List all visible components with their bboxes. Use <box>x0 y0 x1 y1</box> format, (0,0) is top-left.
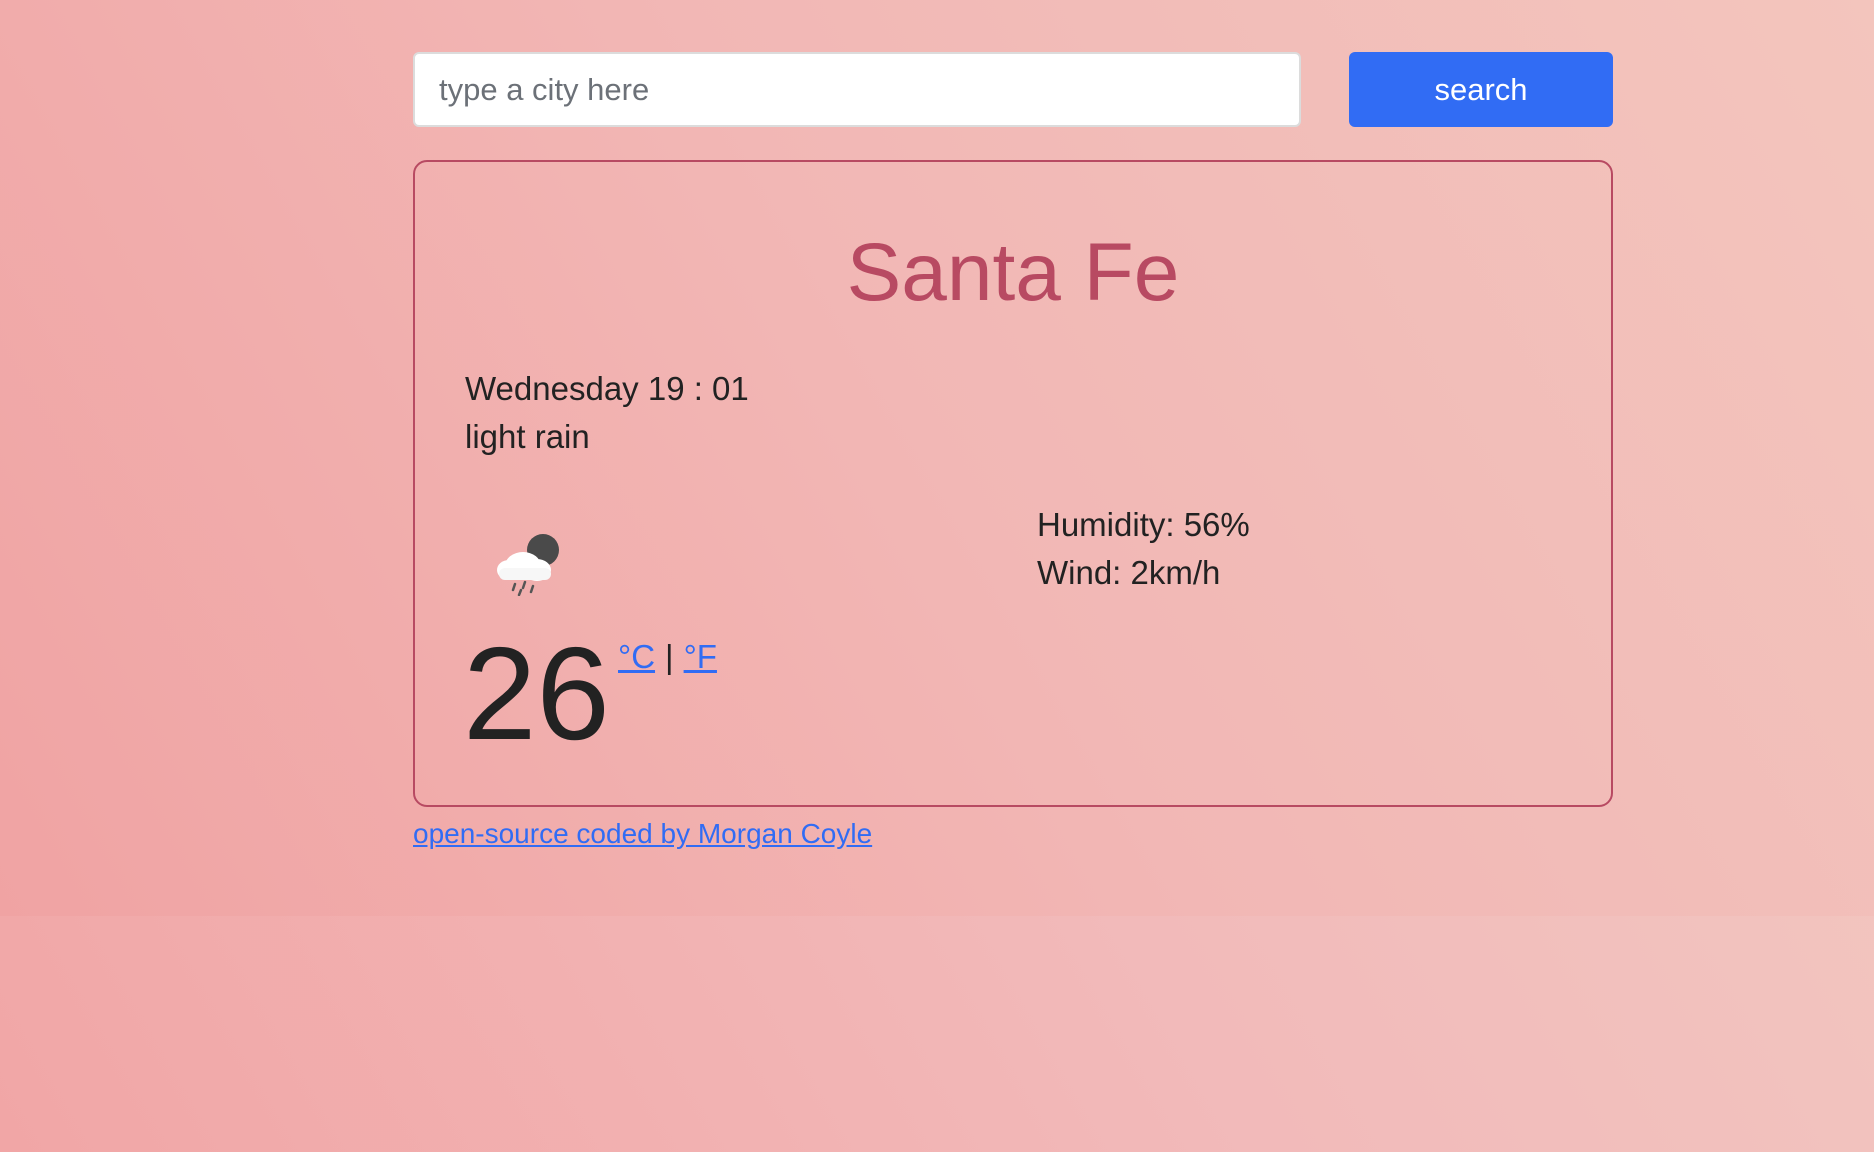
celsius-link[interactable]: °C <box>618 638 655 675</box>
weather-description: light rain <box>465 418 590 455</box>
weather-app: search Santa Fe Wednesday 19 : 01 light … <box>413 52 1613 848</box>
humidity-text: Humidity: 56% <box>1037 506 1250 543</box>
date-time: Wednesday 19 : 01 <box>465 370 749 407</box>
city-search-input[interactable] <box>413 52 1301 127</box>
search-button[interactable]: search <box>1349 52 1613 127</box>
wind-text: Wind: 2km/h <box>1037 554 1221 591</box>
unit-toggle: °C | °F <box>618 640 717 673</box>
fahrenheit-link[interactable]: °F <box>684 638 717 675</box>
temperature-value: 26 <box>463 620 610 767</box>
source-code-link[interactable]: open-source coded by Morgan Coyle <box>413 820 872 848</box>
city-name: Santa Fe <box>846 227 1180 318</box>
rain-cloud-night-icon <box>493 530 565 597</box>
unit-separator: | <box>665 638 674 675</box>
weather-card: Santa Fe Wednesday 19 : 01 light rain 26… <box>413 160 1613 807</box>
search-form: search <box>413 52 1613 128</box>
